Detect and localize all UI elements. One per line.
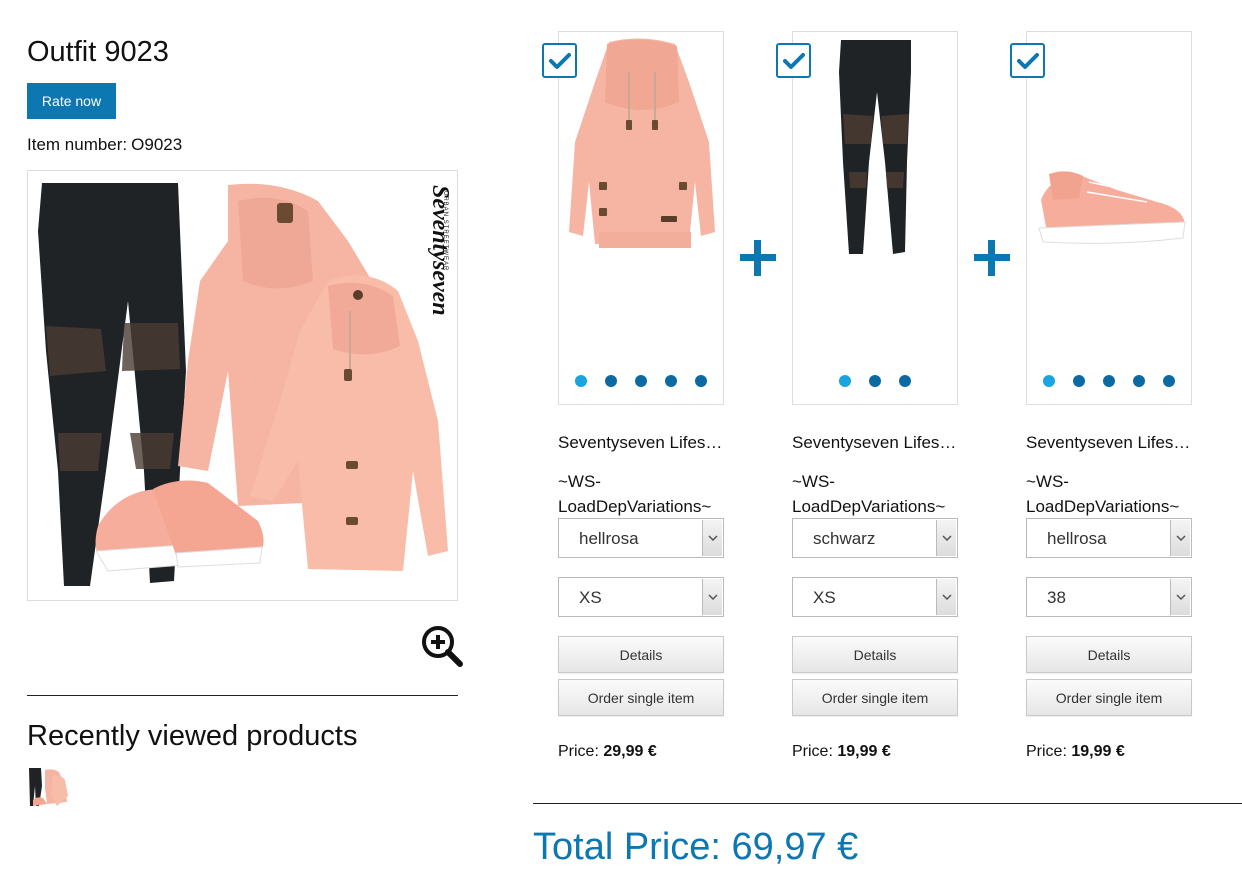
- price-value: 29,99 €: [603, 743, 657, 760]
- product-image-card[interactable]: [792, 31, 958, 405]
- color-select[interactable]: schwarz: [792, 518, 958, 558]
- carousel-dot[interactable]: [839, 375, 851, 387]
- color-select[interactable]: hellrosa: [1026, 518, 1192, 558]
- details-button[interactable]: Details: [792, 636, 958, 673]
- size-select-value: XS: [579, 588, 602, 607]
- color-select-value: schwarz: [813, 529, 876, 548]
- product-name[interactable]: Seventyseven Lifes…: [558, 433, 724, 453]
- checkbox-check-icon: [1016, 52, 1039, 69]
- divider: [27, 695, 458, 696]
- recently-viewed-title: Recently viewed products: [27, 720, 358, 752]
- checkbox-check-icon: [548, 52, 571, 69]
- price-label: Price:: [558, 743, 599, 760]
- brand-watermark-sub: URBAN STREETWEAR: [442, 191, 448, 271]
- product-image-card[interactable]: [558, 31, 724, 405]
- chevron-down-icon: [1170, 579, 1190, 615]
- carousel-dot[interactable]: [665, 375, 677, 387]
- page-title: Outfit 9023: [27, 36, 169, 68]
- product-name[interactable]: Seventyseven Lifes…: [792, 433, 958, 453]
- image-carousel-dots: [1027, 375, 1191, 387]
- order-single-item-button[interactable]: Order single item: [1026, 679, 1192, 716]
- color-select[interactable]: hellrosa: [558, 518, 724, 558]
- order-single-item-button[interactable]: Order single item: [558, 679, 724, 716]
- recently-viewed-thumbnail[interactable]: [27, 766, 69, 808]
- carousel-dot[interactable]: [1073, 375, 1085, 387]
- outfit-collage-image: Seventyseven URBAN STREETWEAR: [38, 183, 453, 586]
- item-number: Item number: O9023: [27, 135, 182, 155]
- pink-hoodie-image: [569, 38, 715, 248]
- size-select-value: XS: [813, 588, 836, 607]
- item-number-value: O9023: [131, 135, 183, 154]
- carousel-dot[interactable]: [635, 375, 647, 387]
- total-price: Total Price: 69,97 €: [533, 826, 859, 868]
- color-select-value: hellrosa: [579, 529, 639, 548]
- product-name[interactable]: Seventyseven Lifes…: [1026, 433, 1192, 453]
- zoom-in-icon[interactable]: [420, 624, 464, 668]
- details-button[interactable]: Details: [1026, 636, 1192, 673]
- product-price: Price: 29,99 €: [558, 743, 657, 761]
- image-carousel-dots: [559, 375, 723, 387]
- product-variation-placeholder: ~WS-LoadDepVariations~: [1026, 472, 1180, 516]
- plus-icon: [974, 240, 1010, 276]
- black-leggings-image: [839, 40, 911, 254]
- product-variation-placeholder: ~WS-LoadDepVariations~: [792, 472, 946, 516]
- price-value: 19,99 €: [837, 743, 891, 760]
- product-variation-placeholder: ~WS-LoadDepVariations~: [558, 472, 712, 516]
- color-select-value: hellrosa: [1047, 529, 1107, 548]
- carousel-dot[interactable]: [869, 375, 881, 387]
- rate-now-button[interactable]: Rate now: [27, 83, 116, 119]
- carousel-dot[interactable]: [695, 375, 707, 387]
- carousel-dot[interactable]: [899, 375, 911, 387]
- product-image-card[interactable]: [1026, 31, 1192, 405]
- product-price: Price: 19,99 €: [1026, 743, 1125, 761]
- carousel-dot[interactable]: [1163, 375, 1175, 387]
- select-product-checkbox[interactable]: [776, 43, 811, 78]
- price-value: 19,99 €: [1071, 743, 1125, 760]
- outfit-main-image[interactable]: Seventyseven URBAN STREETWEAR: [27, 170, 458, 601]
- divider: [533, 803, 1242, 804]
- brand-watermark: Seventyseven: [427, 185, 453, 316]
- checkbox-check-icon: [782, 52, 805, 69]
- product-price: Price: 19,99 €: [792, 743, 891, 761]
- carousel-dot[interactable]: [605, 375, 617, 387]
- carousel-dot[interactable]: [1043, 375, 1055, 387]
- carousel-dot[interactable]: [1133, 375, 1145, 387]
- price-label: Price:: [792, 743, 833, 760]
- chevron-down-icon: [936, 520, 956, 556]
- chevron-down-icon: [702, 520, 722, 556]
- plus-icon: [740, 240, 776, 276]
- size-select-value: 38: [1047, 588, 1066, 607]
- image-carousel-dots: [793, 375, 957, 387]
- carousel-dot[interactable]: [1103, 375, 1115, 387]
- size-select[interactable]: XS: [558, 577, 724, 617]
- price-label: Price:: [1026, 743, 1067, 760]
- size-select[interactable]: XS: [792, 577, 958, 617]
- order-single-item-button[interactable]: Order single item: [792, 679, 958, 716]
- size-select[interactable]: 38: [1026, 577, 1192, 617]
- pink-sneaker-image: [1038, 171, 1186, 244]
- select-product-checkbox[interactable]: [542, 43, 577, 78]
- chevron-down-icon: [936, 579, 956, 615]
- chevron-down-icon: [702, 579, 722, 615]
- chevron-down-icon: [1170, 520, 1190, 556]
- details-button[interactable]: Details: [558, 636, 724, 673]
- item-number-label: Item number:: [27, 135, 128, 154]
- select-product-checkbox[interactable]: [1010, 43, 1045, 78]
- carousel-dot[interactable]: [575, 375, 587, 387]
